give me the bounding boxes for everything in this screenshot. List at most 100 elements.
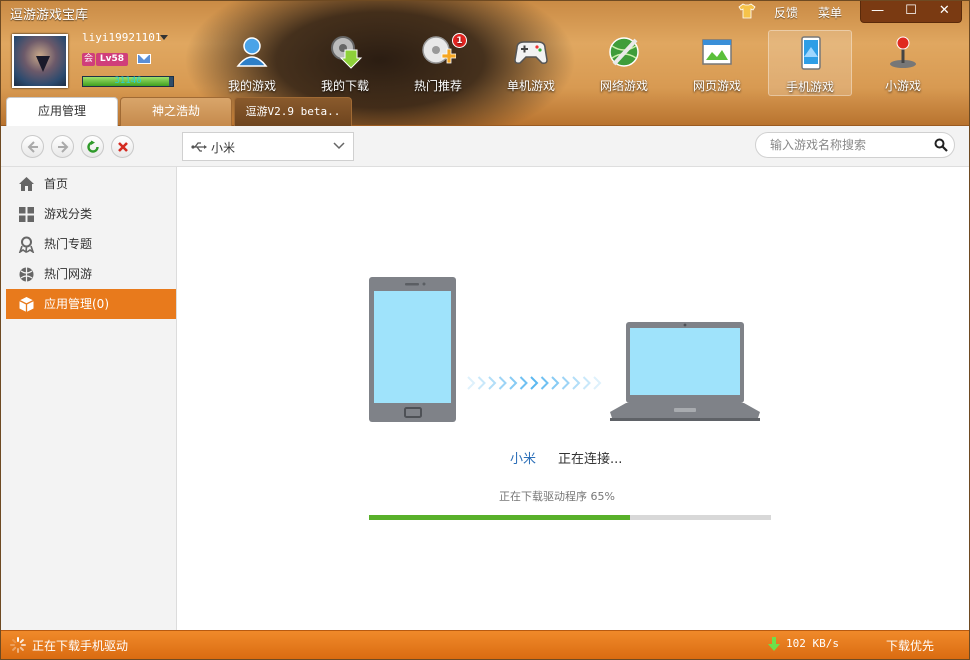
transfer-chevron — [530, 376, 539, 390]
phone-illustration-icon — [369, 277, 456, 422]
joystick-icon — [890, 36, 916, 68]
main-panel: 小米 正在连接... 正在下载驱动程序 65% — [178, 167, 964, 630]
level-badge: Lv58 — [96, 53, 128, 66]
nav-label: 手机游戏 — [785, 80, 834, 94]
home-icon — [19, 177, 34, 191]
sidebar-item-label: 热门专题 — [44, 237, 93, 251]
device-select-value: 小米 — [211, 141, 236, 155]
device-name-label: 小米 — [510, 452, 537, 467]
tab-app-management[interactable]: 应用管理 — [6, 97, 118, 127]
transfer-arrows-icon — [467, 376, 602, 390]
search-box — [755, 132, 955, 158]
transfer-chevron — [551, 376, 560, 390]
mail-icon[interactable] — [137, 54, 151, 64]
mobile-icon — [801, 36, 821, 70]
nav-label: 单机游戏 — [506, 79, 555, 93]
stop-button[interactable] — [111, 135, 134, 158]
main-nav: 我的游戏 1 我的下载 热门推荐 单机游戏 网络游戏 网页游戏 手机游戏 小游戏 — [210, 30, 955, 98]
sidebar-item-label: 热门网游 — [44, 267, 93, 281]
nav-mini-games[interactable]: 小游戏 — [861, 30, 945, 96]
category-grid-icon — [19, 207, 34, 222]
nav-single-player[interactable]: 单机游戏 — [489, 30, 573, 96]
app-title: 逗游游戏宝库 — [10, 8, 89, 23]
globe-icon — [609, 37, 639, 67]
transfer-chevron — [540, 376, 549, 390]
sidebar: 首页 游戏分类 热门专题 热门网游 应用管理(0) — [0, 167, 177, 630]
minimize-icon[interactable]: — — [861, 0, 894, 22]
sidebar-item-hot-online-games[interactable]: 热门网游 — [6, 259, 176, 289]
nav-hot-recommend[interactable]: 热门推荐 — [396, 30, 480, 96]
tab-douyou-beta[interactable]: 逗游V2.9 beta.. — [234, 97, 352, 126]
transfer-chevron — [561, 376, 570, 390]
transfer-chevron — [477, 376, 486, 390]
driver-progress-fill — [369, 515, 631, 520]
search-input[interactable] — [768, 136, 928, 154]
app-box-icon — [19, 297, 34, 312]
nav-my-downloads[interactable]: 1 我的下载 — [303, 30, 467, 96]
transfer-chevron — [519, 376, 528, 390]
loading-spinner-icon — [10, 637, 26, 653]
tshirt-icon[interactable] — [738, 3, 756, 19]
nav-mobile-games[interactable]: 手机游戏 — [768, 30, 852, 96]
tab-smite[interactable]: 神之浩劫 — [120, 97, 232, 126]
transfer-chevron — [498, 376, 507, 390]
connection-status: 正在连接... — [558, 452, 623, 467]
nav-label: 网络游戏 — [599, 79, 648, 93]
user-dropdown-icon[interactable] — [160, 35, 168, 40]
download-arrow-icon — [768, 637, 780, 651]
refresh-icon — [87, 140, 99, 153]
window-controls: — ☐ ✕ — [860, 0, 962, 23]
nav-my-games[interactable]: 我的游戏 — [210, 30, 294, 96]
vip-badge[interactable]: 会 — [82, 53, 95, 66]
feedback-button[interactable]: 反馈 — [774, 4, 798, 21]
download-priority-button[interactable]: 下载优先 — [886, 637, 934, 654]
nav-web-games[interactable]: 网页游戏 — [675, 30, 759, 96]
username[interactable]: liyi19921101 — [82, 31, 161, 44]
transfer-chevron — [582, 376, 591, 390]
transfer-chevron — [467, 376, 476, 390]
nav-label: 网页游戏 — [692, 79, 741, 93]
refresh-button[interactable] — [81, 135, 104, 158]
topic-icon — [18, 236, 35, 253]
experience-bar: 31146 — [82, 76, 174, 87]
hot-recommend-icon — [422, 36, 456, 64]
my-games-icon — [236, 37, 268, 67]
device-select[interactable]: 小米 — [182, 132, 354, 161]
forward-button[interactable] — [51, 135, 74, 158]
nav-online-games[interactable]: 网络游戏 — [582, 30, 666, 96]
sidebar-item-label: 应用管理(0) — [44, 297, 109, 311]
sidebar-item-app-management[interactable]: 应用管理(0) — [6, 289, 176, 319]
transfer-chevron — [572, 376, 581, 390]
transfer-chevron — [509, 376, 518, 390]
nav-label: 我的下载 — [320, 79, 369, 93]
sidebar-item-categories[interactable]: 游戏分类 — [6, 199, 176, 229]
download-icon — [331, 36, 363, 69]
maximize-icon[interactable]: ☐ — [894, 0, 927, 22]
download-speed: 102 KB/s — [786, 637, 839, 650]
menu-button[interactable]: 菜单 — [818, 4, 842, 21]
avatar[interactable] — [12, 34, 68, 88]
close-icon[interactable]: ✕ — [928, 0, 961, 22]
status-bar: 正在下载手机驱动 102 KB/s 下载优先 — [0, 630, 970, 660]
usb-icon — [191, 142, 207, 152]
transfer-chevron — [488, 376, 497, 390]
close-x-icon — [118, 142, 128, 152]
nav-label: 小游戏 — [884, 79, 921, 93]
arrow-right-icon — [58, 141, 69, 153]
sidebar-item-label: 首页 — [44, 177, 69, 191]
sidebar-item-home[interactable]: 首页 — [6, 169, 176, 199]
toolbar: 小米 — [0, 126, 970, 167]
nav-label: 我的游戏 — [227, 79, 276, 93]
transfer-chevron — [593, 376, 602, 390]
gamepad-icon — [514, 41, 548, 64]
arrow-left-icon — [27, 141, 38, 153]
experience-value: 31146 — [114, 76, 142, 86]
search-icon[interactable] — [934, 138, 948, 152]
chevron-down-icon — [333, 142, 345, 150]
online-game-icon — [19, 267, 34, 282]
nav-label: 热门推荐 — [413, 79, 462, 93]
back-button[interactable] — [21, 135, 44, 158]
driver-progress-text: 正在下载驱动程序 65% — [499, 490, 615, 503]
sidebar-item-hot-topics[interactable]: 热门专题 — [6, 229, 176, 259]
laptop-illustration-icon — [610, 322, 760, 421]
